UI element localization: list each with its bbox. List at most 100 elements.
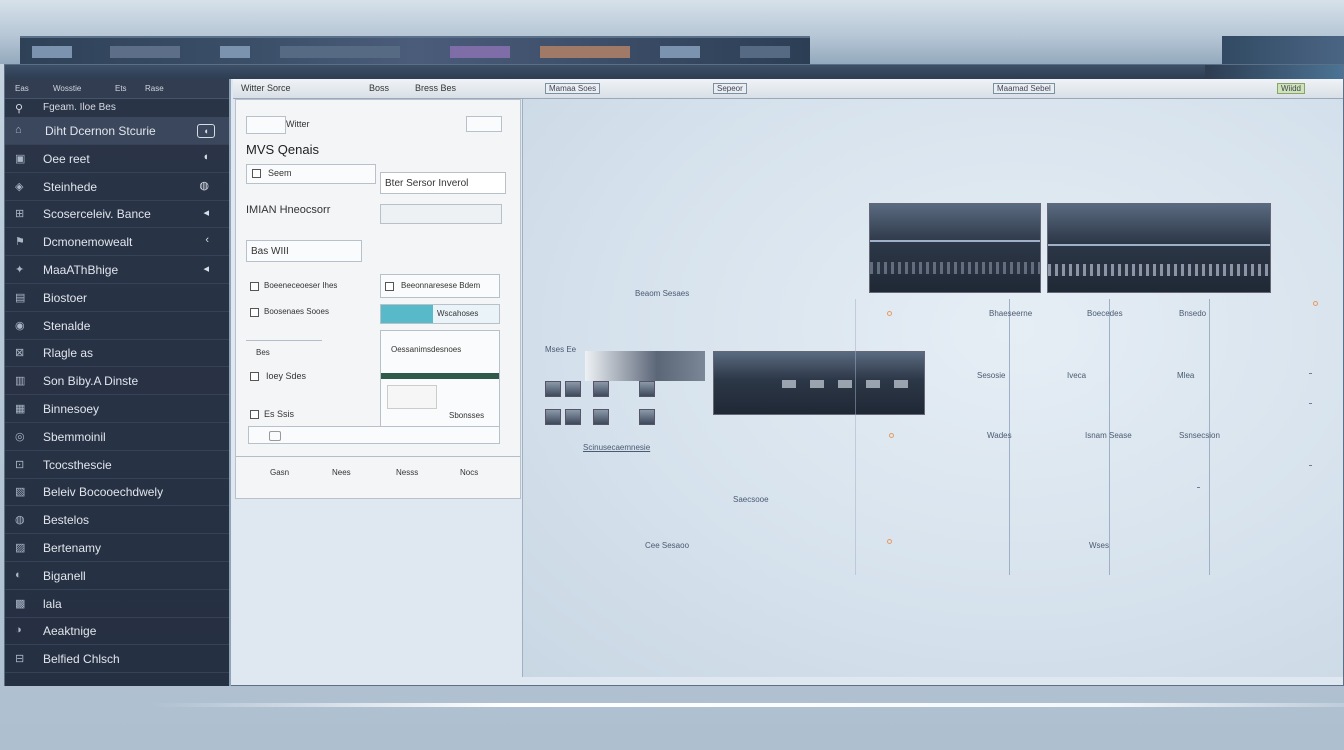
- chevron-left-icon[interactable]: ◂: [203, 206, 209, 219]
- main-window: Witter Sorce Boss Bress Bes Mamaa Soes S…: [4, 64, 1344, 686]
- sidebar-search-label: Fgeam. Iloe Bes: [43, 102, 116, 113]
- node-port-4[interactable]: [1313, 301, 1318, 306]
- toolbar-item-bress[interactable]: Bress Bes: [415, 83, 456, 93]
- sidebar-item[interactable]: ▧ Beleiv Bocooechdwely: [5, 478, 229, 507]
- panel-checkbox-4[interactable]: [250, 372, 259, 381]
- panel-input-1[interactable]: [246, 116, 286, 134]
- tile-4[interactable]: [639, 381, 655, 397]
- sidebar-item[interactable]: ⌂ Diht Dcernon Stcurie ◖: [5, 117, 229, 145]
- panel-input-2[interactable]: [466, 116, 502, 132]
- sidebar-header-tab-4[interactable]: Rase: [145, 84, 164, 93]
- sidebar-item[interactable]: ◈ Steinhede ◍: [5, 173, 229, 201]
- sidebar-item[interactable]: ▨ Bertenamy: [5, 534, 229, 562]
- filmstrip-top: [585, 351, 705, 381]
- sidebar-item[interactable]: ▦ Binnesoey: [5, 395, 229, 423]
- canvas-label-8: Iveca: [1067, 371, 1087, 380]
- panel-checkbox-3[interactable]: [250, 308, 259, 317]
- sidebar-header-tab-3[interactable]: Ets: [115, 84, 127, 93]
- panel-input-3[interactable]: [380, 204, 502, 224]
- canvas-label-9: Mlea: [1177, 371, 1195, 380]
- sensor-interval-button[interactable]: Bter Sersor Inverol: [380, 172, 506, 194]
- panel-card-checkbox[interactable]: [385, 282, 394, 291]
- node-port-2[interactable]: [889, 433, 894, 438]
- panel-row7-right: Wscahoses: [437, 309, 479, 318]
- sidebar-header-tab-1[interactable]: Eas: [15, 84, 29, 93]
- panel-card-1[interactable]: Beeonnaresese Bdem: [380, 274, 500, 298]
- sidebar-item[interactable]: ⊡ Tcocsthescie: [5, 451, 229, 479]
- node-port-1[interactable]: [887, 311, 892, 316]
- toolbar-chip-2[interactable]: Sepeor: [713, 83, 747, 94]
- node-port-3[interactable]: [887, 539, 892, 544]
- tile-1[interactable]: [545, 381, 561, 397]
- sidebar-item[interactable]: ◉ Stenalde: [5, 312, 229, 340]
- sidebar-item-icon: ⊡: [15, 458, 25, 471]
- toolbar-item-boss[interactable]: Boss: [369, 83, 389, 93]
- sidebar-item-label: MaaAThBhige: [43, 263, 119, 277]
- panel-card-2[interactable]: Wscahoses: [380, 304, 500, 324]
- sidebar-item[interactable]: ◎ Sbemmoinil: [5, 423, 229, 451]
- sidebar-item-label: Steinhede: [43, 179, 98, 194]
- sidebar-item[interactable]: ▩ lala: [5, 590, 229, 618]
- panel-footer-2[interactable]: Nees: [332, 468, 351, 477]
- panel-title: MVS Qenais: [246, 142, 319, 157]
- preview-thumbnail-3[interactable]: [713, 351, 925, 415]
- panel-row8-right: Oessanimsdesnoes: [391, 345, 462, 354]
- sidebar-item[interactable]: ⊞ Scoserceleiv. Bance ◂: [5, 200, 229, 229]
- chevron-left-icon[interactable]: ◖: [202, 151, 209, 163]
- tile-2[interactable]: [565, 381, 581, 397]
- toolbar-chip-3[interactable]: Maamad Sebel: [993, 83, 1055, 94]
- toolbar-item-file[interactable]: Witter Sorce: [241, 83, 291, 93]
- panel-row7-label: Boosenaes Sooes: [264, 307, 329, 316]
- sidebar-search[interactable]: ⚲ Fgeam. Iloe Bes: [11, 101, 225, 115]
- tile-7[interactable]: [593, 409, 609, 425]
- sidebar-item[interactable]: ▤ Biostoer: [5, 284, 229, 312]
- sidebar-item[interactable]: ▣ Oee reet ◖: [5, 145, 229, 173]
- tile-5[interactable]: [545, 409, 561, 425]
- sidebar-item-icon: ⊠: [15, 347, 25, 360]
- chevron-left-icon[interactable]: ‹: [205, 234, 209, 246]
- panel-row8-label: Bes: [256, 348, 270, 357]
- toolbar-chip-green[interactable]: Wiidd: [1277, 83, 1306, 94]
- sidebar-item[interactable]: ⊠ Rlagle as: [5, 339, 229, 368]
- sidebar-item[interactable]: ◍ Bestelos: [5, 506, 229, 535]
- canvas-label-6: Bnsedo: [1179, 309, 1207, 318]
- panel-row10-right: Sbonsses: [449, 411, 485, 420]
- canvas-label-12: Ssnsecsion: [1179, 431, 1220, 440]
- panel-field-bas[interactable]: Bas WIII: [246, 240, 362, 262]
- settings-panel: Witter MVS Qenais Seem Bter Sersor Inver…: [235, 99, 521, 499]
- chevron-left-icon[interactable]: ◍: [199, 179, 209, 192]
- toggle-icon[interactable]: ◖: [197, 124, 215, 138]
- tile-8[interactable]: [639, 409, 655, 425]
- toolbar-chip-1[interactable]: Mamaa Soes: [545, 83, 601, 94]
- canvas-label-2: Mses Ee: [545, 345, 577, 354]
- sidebar-item[interactable]: ⚑ Dcmonemowealt ‹: [5, 228, 229, 257]
- panel-checkbox-5[interactable]: [250, 410, 259, 419]
- tile-6[interactable]: [565, 409, 581, 425]
- panel-footer-1[interactable]: Gasn: [270, 468, 289, 477]
- sidebar-item[interactable]: ◑ Aeaktnige: [5, 617, 229, 646]
- chevron-left-icon[interactable]: ◂: [203, 262, 209, 275]
- sidebar-header-tab-2[interactable]: Wosstie: [53, 84, 81, 93]
- toolbar: Witter Sorce Boss Bress Bes Mamaa Soes S…: [233, 79, 1343, 99]
- panel-checkbox-2[interactable]: [250, 282, 259, 291]
- canvas-label-10: Wades: [987, 431, 1012, 440]
- sidebar-item-label: Scoserceleiv. Bance: [43, 207, 151, 222]
- sidebar-item-icon: ▧: [15, 486, 26, 499]
- node-canvas[interactable]: Beaom Sesaes Mses Ee Scinusecaemnesie Bh…: [522, 99, 1343, 677]
- sidebar-item[interactable]: ⊟ Belfied Chlsch: [5, 645, 229, 674]
- preview-thumbnail-1[interactable]: [869, 203, 1041, 293]
- sidebar-item[interactable]: ▥ Son Biby.A Dinste: [5, 367, 229, 396]
- preview-thumbnail-2[interactable]: [1047, 203, 1271, 293]
- panel-field-seem[interactable]: [246, 164, 376, 184]
- sidebar-item-icon: ◍: [15, 514, 25, 527]
- panel-footer-3[interactable]: Nesss: [396, 468, 418, 477]
- panel-row10-label: Es Ssis: [264, 409, 295, 419]
- panel-footer-4[interactable]: Nocs: [460, 468, 478, 477]
- panel-slider[interactable]: [248, 426, 500, 444]
- panel-checkbox-1[interactable]: [252, 169, 261, 178]
- sidebar-item[interactable]: ◐ Biganell: [5, 562, 229, 590]
- sidebar-item[interactable]: ✦ MaaAThBhige ◂: [5, 256, 229, 284]
- canvas-label-5: Boecedes: [1087, 309, 1123, 318]
- tile-3[interactable]: [593, 381, 609, 397]
- sidebar-item-label: Binnesoey: [43, 402, 100, 416]
